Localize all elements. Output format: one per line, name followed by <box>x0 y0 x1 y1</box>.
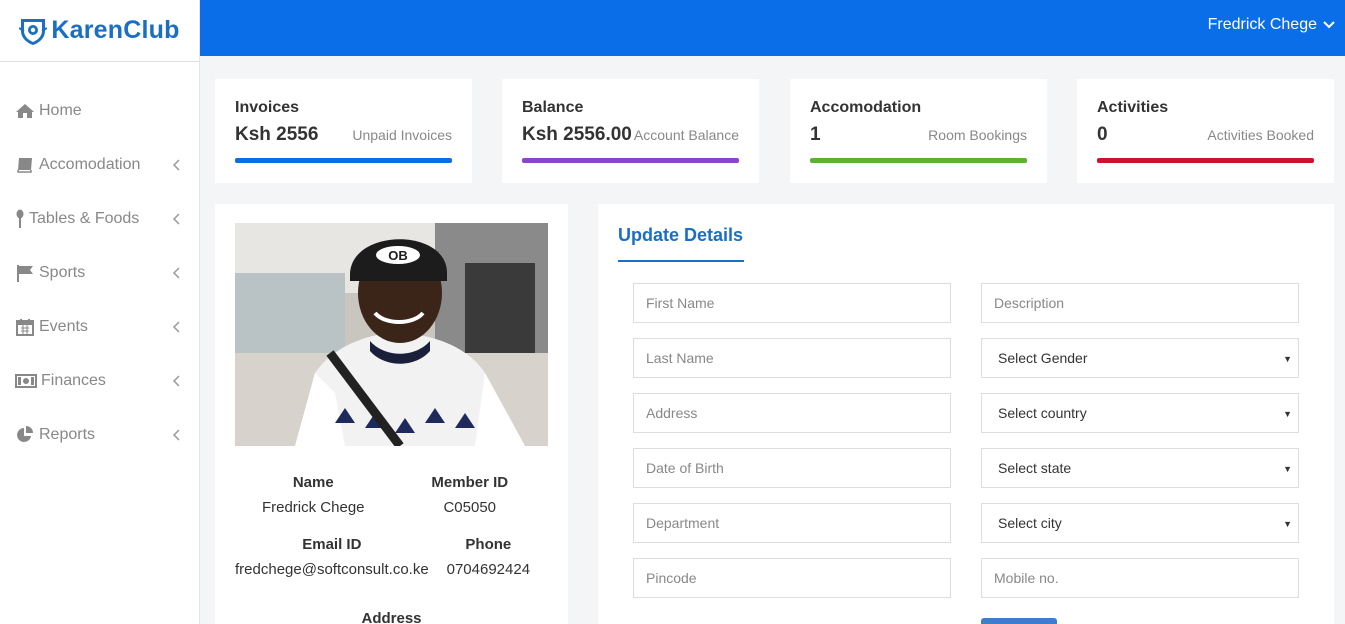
stat-title: Activities <box>1097 99 1169 116</box>
profile-photo: OB <box>235 223 548 446</box>
city-select[interactable]: Select city ▼ <box>981 503 1299 543</box>
caret-down-icon: ▼ <box>1283 519 1292 529</box>
sidebar-item-label: Reports <box>39 426 96 443</box>
sidebar-item-accomodation[interactable]: Accomodation <box>0 138 199 192</box>
country-select-value: Select country <box>998 405 1087 421</box>
state-select[interactable]: Select state ▼ <box>981 448 1299 488</box>
email-value: fredchege@softconsult.co.ke <box>235 561 429 578</box>
stat-card-accomodation[interactable]: Accomodation 1 Room Bookings <box>790 79 1047 183</box>
sidebar-item-finances[interactable]: Finances <box>0 354 199 408</box>
stat-card-balance[interactable]: Balance Ksh 2556.00 Account Balance <box>502 79 759 183</box>
stat-title: Invoices <box>235 99 300 116</box>
chevron-left-icon <box>171 428 181 442</box>
city-select-value: Select city <box>998 515 1062 531</box>
date-of-birth-field[interactable] <box>633 448 951 488</box>
stat-progress-bar <box>810 158 1027 163</box>
gender-select[interactable]: Select Gender ▼ <box>981 338 1299 378</box>
sidebar-item-label: Tables & Foods <box>29 210 140 227</box>
stat-card-invoices[interactable]: Invoices Ksh 2556 Unpaid Invoices <box>215 79 472 183</box>
profile-card: OB Name Fredrick Chege Member ID C05050 … <box>215 204 568 624</box>
stat-title: Accomodation <box>810 99 922 116</box>
phone-label: Phone <box>465 536 512 553</box>
caret-down-icon: ▼ <box>1283 354 1292 364</box>
home-icon <box>15 102 35 120</box>
stat-card-activities[interactable]: Activities 0 Activities Booked <box>1077 79 1334 183</box>
sidebar-nav: Home Accomodation Tables & Foods Sports <box>0 84 199 462</box>
stat-label: Unpaid Invoices <box>352 127 452 143</box>
stat-label: Activities Booked <box>1207 127 1314 143</box>
stat-title: Balance <box>522 99 584 116</box>
stat-value: Ksh 2556.00 <box>522 124 632 145</box>
chevron-left-icon <box>171 320 181 334</box>
country-select[interactable]: Select country ▼ <box>981 393 1299 433</box>
book-icon <box>15 156 35 174</box>
top-bar: Fredrick Chege <box>200 0 1345 56</box>
email-block: Email ID fredchege@softconsult.co.ke <box>235 536 429 578</box>
sidebar-item-label: Accomodation <box>39 156 141 173</box>
user-name: Fredrick Chege <box>1207 16 1317 33</box>
address-field[interactable] <box>633 393 951 433</box>
sidebar-item-label: Events <box>39 318 88 335</box>
sidebar-item-sports[interactable]: Sports <box>0 246 199 300</box>
mobile-field[interactable] <box>981 558 1299 598</box>
stat-progress-bar <box>522 158 739 163</box>
sidebar-item-tables-foods[interactable]: Tables & Foods <box>0 192 199 246</box>
profile-info: Name Fredrick Chege Member ID C05050 Ema… <box>235 474 548 598</box>
submit-button[interactable] <box>981 618 1057 624</box>
brand-name: KarenClub <box>51 16 180 44</box>
member-id-block: Member ID C05050 <box>392 474 549 516</box>
email-label: Email ID <box>302 536 362 553</box>
calendar-icon <box>15 318 35 336</box>
stat-label: Account Balance <box>633 127 739 143</box>
chevron-left-icon <box>171 374 181 388</box>
user-menu[interactable]: Fredrick Chege <box>1208 16 1335 34</box>
stat-label: Room Bookings <box>928 127 1027 143</box>
sidebar-item-reports[interactable]: Reports <box>0 408 199 462</box>
pie-chart-icon <box>15 426 35 444</box>
shield-logo-icon <box>18 16 48 46</box>
state-select-value: Select state <box>998 460 1072 476</box>
chevron-left-icon <box>171 266 181 280</box>
sidebar: KarenClub Home Accomodation Tables & Foo… <box>0 0 200 624</box>
sidebar-item-label: Home <box>39 102 82 119</box>
stat-progress-bar <box>1097 158 1314 163</box>
member-id-value: C05050 <box>443 499 497 516</box>
last-name-field[interactable] <box>633 338 951 378</box>
stat-value: 1 <box>810 124 821 145</box>
name-value: Fredrick Chege <box>261 499 365 516</box>
chevron-left-icon <box>171 158 181 172</box>
brand-logo[interactable]: KarenClub <box>0 0 199 62</box>
phone-block: Phone 0704692424 <box>429 536 548 578</box>
sidebar-item-events[interactable]: Events <box>0 300 199 354</box>
stat-value: 0 <box>1097 124 1108 145</box>
description-field[interactable] <box>981 283 1299 323</box>
caret-down-icon: ▼ <box>1283 409 1292 419</box>
flag-icon <box>15 264 35 282</box>
tab-update-details[interactable]: Update Details <box>618 225 744 262</box>
chevron-down-icon <box>1317 16 1335 34</box>
pincode-field[interactable] <box>633 558 951 598</box>
stat-progress-bar <box>235 158 452 163</box>
sidebar-item-label: Sports <box>39 264 86 281</box>
member-id-label: Member ID <box>431 474 509 491</box>
update-details-card: Update Details Select Gender ▼ Select co… <box>598 204 1334 624</box>
gender-select-value: Select Gender <box>998 350 1088 366</box>
phone-value: 0704692424 <box>446 561 531 578</box>
chevron-left-icon <box>171 212 181 226</box>
svg-text:OB: OB <box>388 248 408 263</box>
sidebar-item-label: Finances <box>41 372 106 389</box>
name-label: Name <box>292 474 334 491</box>
money-icon <box>15 372 37 390</box>
address-label: Address <box>361 610 422 624</box>
stat-value: Ksh 2556 <box>235 124 319 145</box>
sidebar-item-home[interactable]: Home <box>0 84 199 138</box>
first-name-field[interactable] <box>633 283 951 323</box>
spoon-icon <box>15 209 25 228</box>
department-field[interactable] <box>633 503 951 543</box>
name-block: Name Fredrick Chege <box>235 474 392 516</box>
caret-down-icon: ▼ <box>1283 464 1292 474</box>
